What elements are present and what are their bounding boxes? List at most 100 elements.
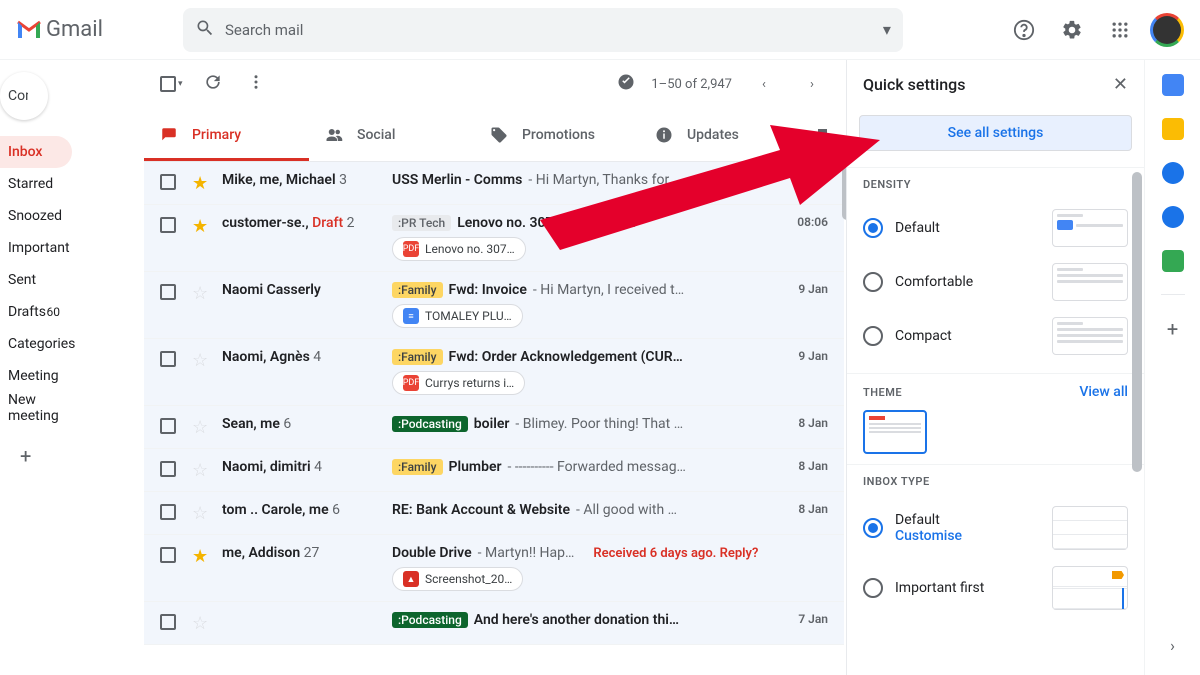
row-checkbox[interactable] (160, 174, 176, 190)
sender: me, Addison 27 (222, 545, 392, 561)
info-icon (655, 126, 673, 144)
density-section: Density Default Comfortable Compact (847, 167, 1144, 373)
star-icon[interactable]: ★ (192, 546, 210, 567)
row-checkbox[interactable] (160, 351, 176, 367)
right-rail: + › (1144, 60, 1200, 675)
view-all-themes[interactable]: View all (1079, 384, 1128, 400)
star-icon[interactable]: ☆ (192, 460, 210, 481)
tab-primary[interactable]: Primary (144, 108, 309, 161)
get-addons-button[interactable]: + (1167, 317, 1178, 341)
contacts-icon[interactable] (1162, 206, 1184, 228)
avatar[interactable] (1150, 13, 1184, 47)
sidebar-item-important[interactable]: Important (0, 232, 72, 264)
star-icon[interactable]: ☆ (192, 350, 210, 371)
email-row[interactable]: ☆ tom .. Carole, me 6 RE: Bank Account &… (144, 492, 844, 535)
attachment-chip[interactable]: PDFCurrys returns i… (392, 371, 525, 395)
addon-icon[interactable] (1162, 250, 1184, 272)
more-icon[interactable] (247, 73, 265, 95)
row-checkbox[interactable] (160, 418, 176, 434)
sidebar-item-meeting[interactable]: Meeting (0, 360, 72, 392)
sender: customer-se., Draft 2 (222, 215, 392, 231)
customise-link[interactable]: Customise (895, 528, 1040, 544)
toolbar: ▾ 1–50 of 2,947 ‹ › (144, 60, 844, 108)
sidebar-item-sent[interactable]: Sent (0, 264, 72, 296)
sidebar-item-inbox[interactable]: Inbox (0, 136, 72, 168)
star-icon[interactable]: ☆ (192, 417, 210, 438)
gmail-logo[interactable]: Gmail (16, 17, 103, 42)
tab-promotions[interactable]: Promotions (474, 108, 639, 161)
attachment-chip[interactable]: ≡TOMALEY PLU… (392, 304, 523, 328)
next-page-button[interactable]: › (796, 68, 828, 100)
star-icon[interactable]: ★ (192, 216, 210, 237)
selectall-checkbox[interactable]: ▾ (160, 76, 183, 92)
row-checkbox[interactable] (160, 547, 176, 563)
inbox-icon (160, 126, 178, 144)
tab-forums[interactable] (804, 108, 844, 161)
email-row[interactable]: ★ Mike, me, Michael 3 USS Merlin - Comms… (144, 162, 844, 205)
sidebar-item-new-meeting[interactable]: New meeting (0, 392, 72, 424)
email-row[interactable]: ☆ Naomi, Agnès 4 :Family Fwd: Order Ackn… (144, 339, 844, 406)
app-name: Gmail (46, 17, 103, 42)
star-icon[interactable]: ☆ (192, 503, 210, 524)
gmail-icon (16, 20, 42, 40)
density-comfortable[interactable]: Comfortable (863, 255, 1128, 309)
star-icon[interactable]: ★ (192, 173, 210, 194)
sidebar-add-button[interactable]: + (0, 444, 72, 468)
compose-button[interactable]: Compose (0, 72, 48, 120)
forum-icon (815, 126, 833, 144)
star-icon[interactable]: ☆ (192, 613, 210, 634)
gear-icon[interactable] (1054, 12, 1090, 48)
theme-section: Theme View all (847, 373, 1144, 464)
sidebar-item-categories[interactable]: Categories (0, 328, 72, 360)
search-bar[interactable]: Search mail ▾ (183, 8, 903, 52)
calendar-icon[interactable] (1162, 74, 1184, 96)
sidebar-item-snoozed[interactable]: Snoozed (0, 200, 72, 232)
sender: Sean, me 6 (222, 416, 392, 432)
email-row[interactable]: ☆ Sean, me 6 :Podcasting boiler - Blimey… (144, 406, 844, 449)
sidebar: Compose Inbox Starred Snoozed Important … (0, 60, 72, 675)
row-checkbox[interactable] (160, 614, 176, 630)
inbox-type-important-first[interactable]: Important first (863, 558, 1128, 618)
row-checkbox[interactable] (160, 504, 176, 520)
density-default[interactable]: Default (863, 201, 1128, 255)
inbox-type-default[interactable]: Default Customise (863, 498, 1128, 558)
email-row[interactable]: ☆ Naomi, dimitri 4 :Family Plumber - ---… (144, 449, 844, 492)
tab-social[interactable]: Social (309, 108, 474, 161)
quick-settings-panel: Quick settings ✕ See all settings Densit… (846, 60, 1144, 675)
tab-updates[interactable]: Updates (639, 108, 804, 161)
email-row[interactable]: ★ customer-se., Draft 2 :PR Tech Lenovo … (144, 205, 844, 272)
inbox-type-section: Inbox type Default Customise Important f… (847, 464, 1144, 628)
star-icon[interactable]: ☆ (192, 283, 210, 304)
keep-icon[interactable] (1162, 118, 1184, 140)
attachment-chip[interactable]: ▲Screenshot_20… (392, 567, 523, 591)
help-icon[interactable] (1006, 12, 1042, 48)
radio-icon (863, 272, 883, 292)
email-list: ★ Mike, me, Michael 3 USS Merlin - Comms… (144, 162, 844, 672)
search-options-caret[interactable]: ▾ (883, 20, 891, 39)
attachment-chip[interactable]: PDFLenovo no. 307… (392, 237, 526, 261)
density-compact[interactable]: Compact (863, 309, 1128, 363)
search-placeholder: Search mail (225, 21, 883, 39)
scheduled-icon[interactable] (617, 73, 635, 95)
scrollbar[interactable] (1132, 172, 1142, 472)
theme-thumbnail[interactable] (863, 410, 927, 454)
refresh-icon[interactable] (203, 72, 223, 96)
quick-settings-title: Quick settings (863, 75, 965, 94)
sidebar-item-drafts[interactable]: Drafts60 (0, 296, 72, 328)
tasks-icon[interactable] (1162, 162, 1184, 184)
email-row[interactable]: ★ me, Addison 27 Double Drive - Martyn!!… (144, 535, 844, 602)
close-icon[interactable]: ✕ (1113, 74, 1128, 95)
see-all-settings-button[interactable]: See all settings (859, 115, 1132, 151)
email-row[interactable]: ☆ :Podcasting And here's another donatio… (144, 602, 844, 645)
row-checkbox[interactable] (160, 284, 176, 300)
row-checkbox[interactable] (160, 461, 176, 477)
apps-grid-icon[interactable] (1102, 12, 1138, 48)
email-row[interactable]: ☆ Naomi Casserly :Family Fwd: Invoice - … (144, 272, 844, 339)
row-checkbox[interactable] (160, 217, 176, 233)
sender: tom .. Carole, me 6 (222, 502, 392, 518)
collapse-rail-button[interactable]: › (1170, 636, 1175, 655)
main-content: ▾ 1–50 of 2,947 ‹ › Primary Social Promo… (144, 60, 844, 675)
pagination-text: 1–50 of 2,947 (651, 77, 732, 92)
prev-page-button[interactable]: ‹ (748, 68, 780, 100)
sidebar-item-starred[interactable]: Starred (0, 168, 72, 200)
